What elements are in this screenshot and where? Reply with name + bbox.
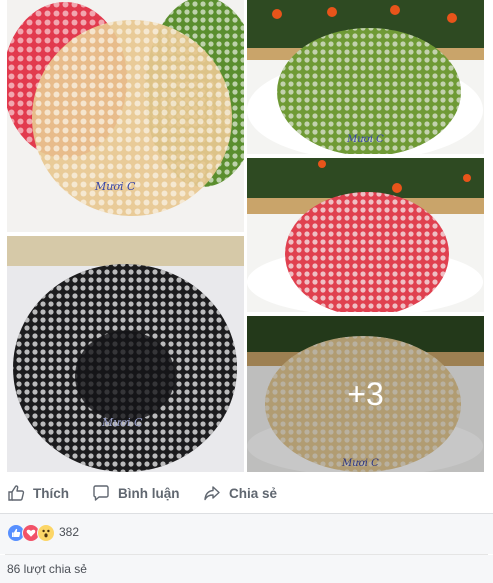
comment-button[interactable]: Bình luận <box>92 479 180 507</box>
share-button[interactable]: Chia sẻ <box>203 479 277 507</box>
post-action-bar: Thích Bình luận Chia sẻ <box>0 477 493 509</box>
shares-bar: 86 lượt chia sẻ <box>0 555 493 583</box>
photo-grid: Mươi C Mươi C Mươi C Mươi C +3 <box>0 0 493 474</box>
share-label: Chia sẻ <box>229 485 278 501</box>
share-arrow-icon <box>203 483 223 503</box>
more-photos-count: +3 <box>347 375 384 412</box>
watermark-text: Mươi C <box>94 180 136 193</box>
share-count-link[interactable]: 86 lượt chia sẻ <box>7 562 87 576</box>
reaction-count[interactable]: 382 <box>59 525 79 539</box>
more-photos-overlay[interactable]: +3 <box>247 316 484 472</box>
wow-icon <box>37 524 55 542</box>
reaction-icons[interactable] <box>7 524 55 542</box>
reactions-bar: 382 <box>0 514 493 554</box>
photo-black-lace[interactable]: Mươi C <box>7 236 244 472</box>
thumbs-up-icon <box>7 483 27 503</box>
photo-beige-lace-more[interactable]: Mươi C +3 <box>247 316 484 472</box>
photo-red-lace[interactable] <box>247 158 484 312</box>
comment-label: Bình luận <box>118 485 180 501</box>
like-button[interactable]: Thích <box>7 479 69 507</box>
like-label: Thích <box>33 485 69 501</box>
photo-colored-lace-trio[interactable]: Mươi C <box>7 0 244 232</box>
photo-green-lace[interactable]: Mươi C <box>247 0 484 154</box>
comment-icon <box>92 483 112 503</box>
watermark-text: Mươi C <box>346 134 384 145</box>
facebook-post: Mươi C Mươi C Mươi C Mươi C +3 Thích Bìn… <box>0 0 493 583</box>
watermark-text: Mươi C <box>101 416 143 429</box>
